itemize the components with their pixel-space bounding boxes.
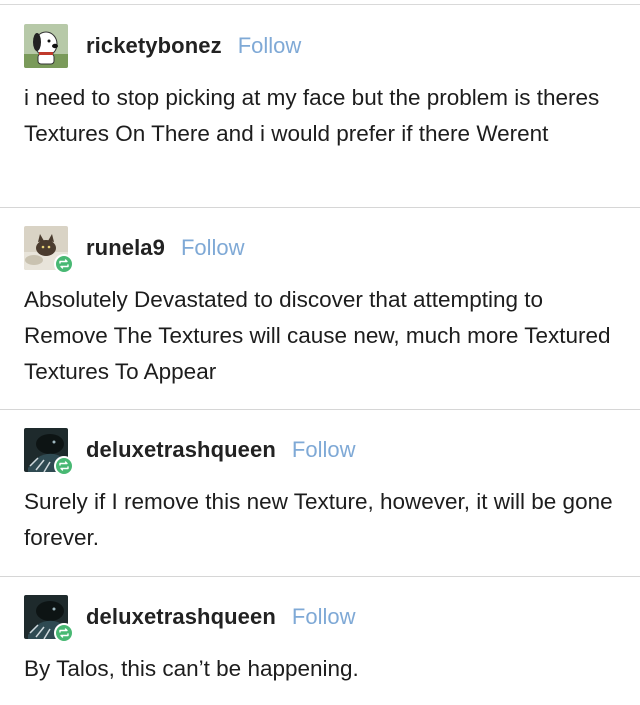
top-divider [0,4,640,5]
post-text: Absolutely Devastated to discover that a… [24,287,611,384]
post-header: ricketybonez Follow [24,24,301,68]
avatar[interactable] [24,226,74,274]
post-text: By Talos, this can’t be happening. [24,656,359,681]
reblog-icon [54,254,74,274]
post-text: Surely if I remove this new Texture, how… [24,489,613,550]
post-header: runela9 Follow [24,226,245,274]
post-header: deluxetrashqueen Follow [24,428,356,476]
username[interactable]: ricketybonez [86,33,222,59]
post-text: i need to stop picking at my face but th… [24,85,600,146]
follow-button[interactable]: Follow [181,235,245,261]
username[interactable]: runela9 [86,235,165,261]
follow-button[interactable]: Follow [238,33,302,59]
post-divider [0,409,640,410]
follow-button[interactable]: Follow [292,437,356,463]
reblog-icon [54,456,74,476]
avatar[interactable] [24,24,68,68]
avatar[interactable] [24,428,74,476]
username[interactable]: deluxetrashqueen [86,437,276,463]
post-header: deluxetrashqueen Follow [24,595,356,643]
snoopy-avatar-icon [24,24,68,68]
avatar[interactable] [24,595,74,643]
post-divider [0,207,640,208]
username[interactable]: deluxetrashqueen [86,604,276,630]
reblog-thread: ricketybonez Follow i need to stop picki… [0,0,640,705]
post-divider [0,576,640,577]
reblog-icon [54,623,74,643]
follow-button[interactable]: Follow [292,604,356,630]
